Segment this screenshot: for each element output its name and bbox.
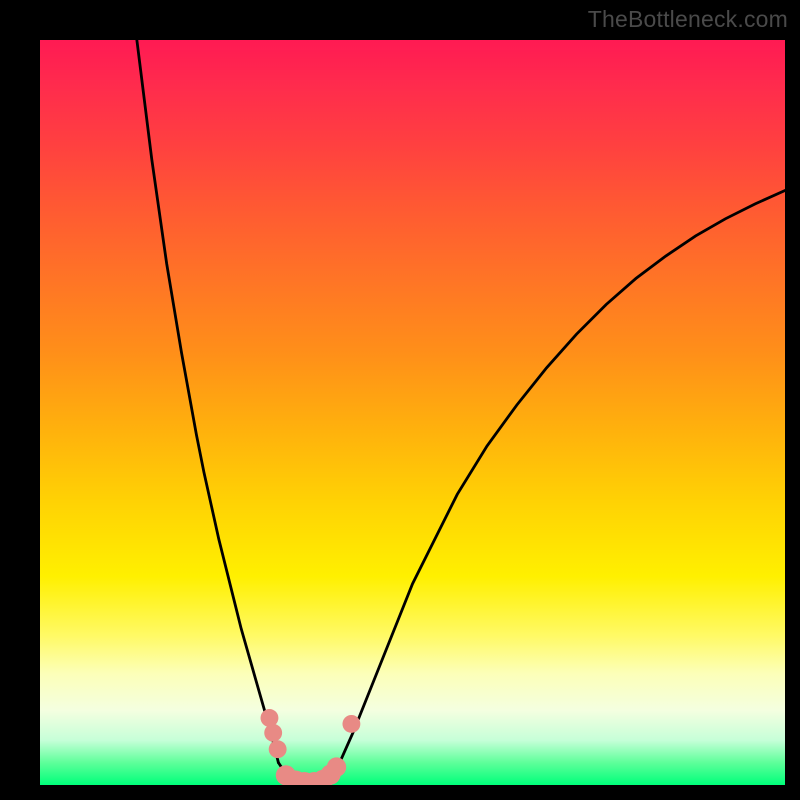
data-point-marker <box>269 740 287 758</box>
bottleneck-curve-left <box>137 40 279 763</box>
data-point-marker <box>261 709 279 727</box>
chart-frame: TheBottleneck.com <box>0 0 800 800</box>
plot-area <box>40 40 785 785</box>
data-point-marker <box>264 724 282 742</box>
watermark-text: TheBottleneck.com <box>588 6 788 33</box>
data-point-marker <box>342 715 360 733</box>
bottleneck-curve-right <box>338 190 785 766</box>
curves-layer <box>40 40 785 785</box>
data-point-marker <box>327 757 346 776</box>
